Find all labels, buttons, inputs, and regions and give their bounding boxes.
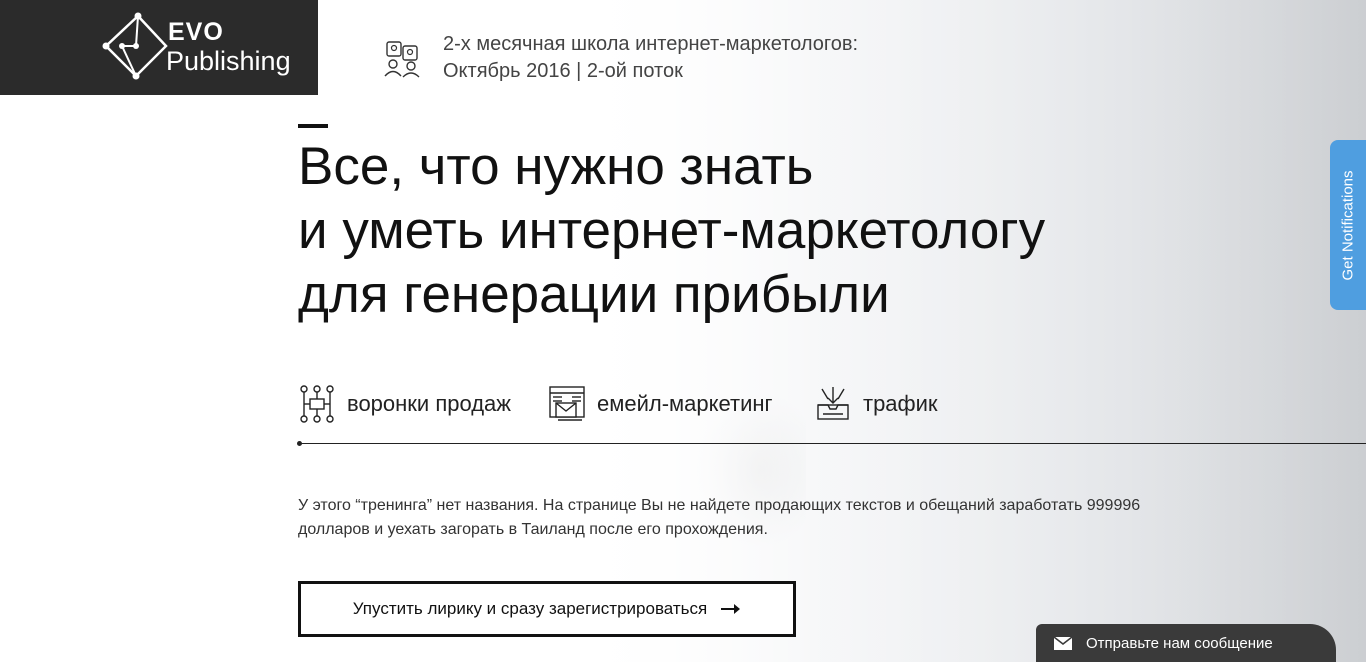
title-line-1: Все, что нужно знать [298,137,814,196]
feature-email-marketing: емейл-маркетинг [548,384,773,424]
chat-widget[interactable]: Отправьте нам сообщение [1036,624,1336,662]
email-marketing-icon [549,386,585,421]
background-fade [0,0,1366,662]
course-info-line2: Октябрь 2016 | 2-ой поток [443,60,683,82]
logo[interactable]: EVO Publishing [0,0,318,95]
register-button[interactable]: Упустить лирику и сразу зарегистрировать… [298,581,796,637]
title-accent-bar [298,124,328,128]
sales-funnel-icon [300,385,334,423]
divider-dot [297,441,302,446]
chat-label: Отправьте нам сообщение [1086,634,1273,652]
people-chat-icon [384,41,420,78]
intro-description: У этого “тренинга” нет названия. На стра… [298,497,1141,538]
get-notifications-tab[interactable]: Get Notifications [1330,140,1366,310]
title-line-3: для генерации прибыли [298,265,890,324]
title-line-2: и уметь интернет-маркетологу [298,201,1046,260]
page-title: Все, что нужно знать и уметь интернет-ма… [298,135,1045,327]
feature-traffic: трафик [814,384,938,424]
feature-sales-funnel: воронки продаж [298,384,511,424]
feature-label: воронки продаж [347,391,512,416]
traffic-inbox-icon [817,387,849,420]
arrow-right-icon [721,604,741,614]
register-button-label: Упустить лирику и сразу зарегистрировать… [352,599,708,618]
logo-word-publishing: Publishing [166,46,291,76]
envelope-icon [1054,636,1072,650]
logo-word-evo: EVO [168,18,224,46]
logo-diamond-icon [102,12,168,80]
divider-line [298,443,1366,444]
notifications-label: Get Notifications [1339,169,1357,281]
feature-label: трафик [863,391,938,416]
feature-label: емейл-маркетинг [597,391,773,416]
course-info-line1: 2-х месячная школа интернет-маркетологов… [443,33,859,55]
